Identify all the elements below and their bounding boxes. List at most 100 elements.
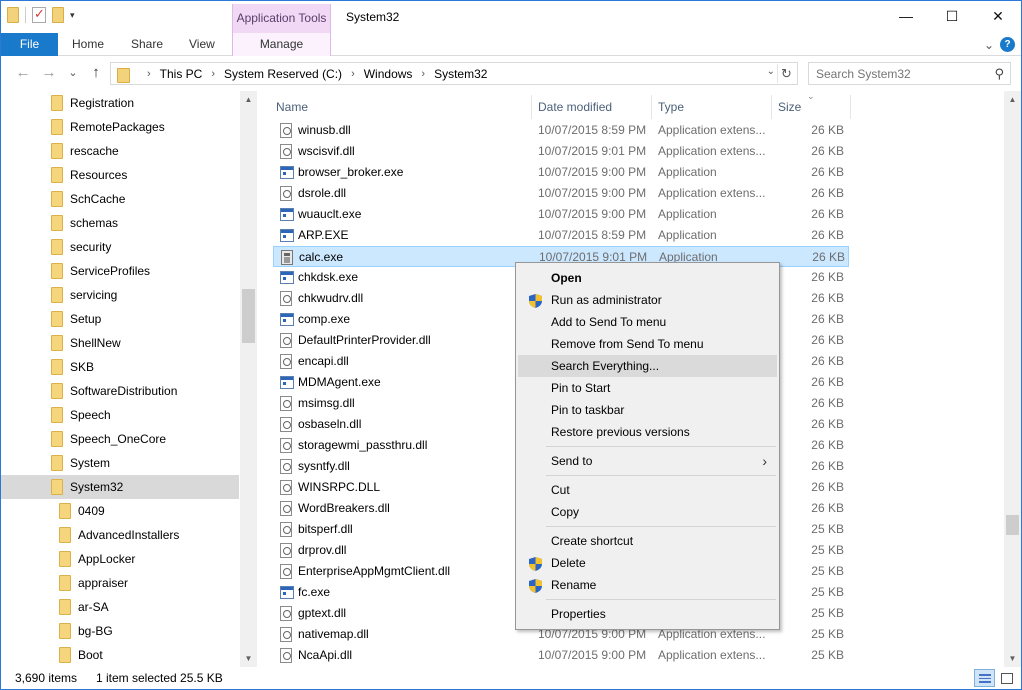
column-header-date-modified[interactable]: Date modified <box>538 95 612 119</box>
breadcrumb-system-reserved[interactable]: System Reserved (C:) <box>224 67 342 81</box>
file-row[interactable]: NcaApi.dll 10/07/2015 9:00 PM Application … <box>273 645 849 666</box>
menu-item-cut[interactable]: Cut <box>518 479 777 501</box>
address-bar[interactable]: › This PC › System Reserved (C:) › Windo… <box>110 62 798 85</box>
tree-item-registration[interactable]: Registration <box>1 91 239 115</box>
menu-item-add-to-send-to-menu[interactable]: Add to Send To menu <box>518 311 777 333</box>
tree-item-0409[interactable]: 0409 <box>1 499 239 523</box>
back-arrow-icon[interactable]: ← <box>13 63 33 83</box>
tree-item-system32[interactable]: System32 <box>1 475 239 499</box>
tree-item-label: Resources <box>70 168 128 182</box>
tree-item-appraiser[interactable]: appraiser <box>1 571 239 595</box>
menu-item-pin-to-taskbar[interactable]: Pin to taskbar <box>518 399 777 421</box>
file-row[interactable]: dsrole.dll 10/07/2015 9:00 PM Application … <box>273 183 849 204</box>
tree-item-rescache[interactable]: rescache <box>1 139 239 163</box>
tree-item-remotepackages[interactable]: RemotePackages <box>1 115 239 139</box>
menu-item-run-as-administrator[interactable]: Run as administrator <box>518 289 777 311</box>
search-icon[interactable]: ⚲ <box>994 66 1004 82</box>
menu-item-rename[interactable]: Rename <box>518 574 777 596</box>
large-icons-view-button[interactable] <box>996 669 1017 687</box>
tab-share[interactable]: Share <box>131 33 163 56</box>
menu-item-remove-from-send-to-menu[interactable]: Remove from Send To menu <box>518 333 777 355</box>
tree-item-security[interactable]: security <box>1 235 239 259</box>
tree-item-schemas[interactable]: schemas <box>1 211 239 235</box>
tree-item-softwaredistribution[interactable]: SoftwareDistribution <box>1 379 239 403</box>
tree-item-applocker[interactable]: AppLocker <box>1 547 239 571</box>
tree-item-schcache[interactable]: SchCache <box>1 187 239 211</box>
menu-item-delete[interactable]: Delete <box>518 552 777 574</box>
new-folder-icon[interactable] <box>52 7 64 23</box>
address-dropdown-chevron-icon[interactable]: ⌄ <box>767 66 775 77</box>
up-arrow-icon[interactable]: ↑ <box>86 63 106 83</box>
menu-item-copy[interactable]: Copy <box>518 501 777 523</box>
menu-item-send-to[interactable]: Send to › <box>518 450 777 472</box>
breadcrumb-system32[interactable]: System32 <box>434 67 487 81</box>
file-name: dsrole.dll <box>298 186 347 200</box>
tree-item-ar-sa[interactable]: ar-SA <box>1 595 239 619</box>
tree-item-bg-bg[interactable]: bg-BG <box>1 619 239 643</box>
file-row[interactable]: winusb.dll 10/07/2015 8:59 PM Application … <box>273 120 849 141</box>
properties-icon[interactable] <box>32 6 46 23</box>
file-row[interactable]: wuauclt.exe 10/07/2015 9:00 PM Application… <box>273 204 849 225</box>
tree-item-boot[interactable]: Boot <box>1 643 239 667</box>
customize-toolbar-chevron-icon[interactable]: ▾ <box>70 10 75 21</box>
tree-item-setup[interactable]: Setup <box>1 307 239 331</box>
file-row[interactable]: ARP.EXE 10/07/2015 8:59 PM Application 26 K… <box>273 225 849 246</box>
help-icon[interactable]: ? <box>1000 37 1015 52</box>
menu-item-pin-to-start[interactable]: Pin to Start <box>518 377 777 399</box>
tree-item-system[interactable]: System <box>1 451 239 475</box>
column-divider[interactable] <box>651 95 652 119</box>
file-name: drprov.dll <box>298 543 347 557</box>
scroll-down-arrow-icon[interactable]: ▼ <box>1004 650 1021 667</box>
file-row[interactable]: browser_broker.exe 10/07/2015 9:00 PM Appl… <box>273 162 849 183</box>
breadcrumb-this-pc[interactable]: This PC <box>160 67 203 81</box>
tree-item-skb[interactable]: SKB <box>1 355 239 379</box>
refresh-icon[interactable]: ↻ <box>777 64 795 83</box>
close-button[interactable]: ✕ <box>975 1 1021 31</box>
menu-item-open[interactable]: Open <box>518 267 777 289</box>
details-view-button[interactable] <box>974 669 995 687</box>
tab-manage[interactable]: Manage <box>232 33 331 56</box>
tree-item-servicing[interactable]: servicing <box>1 283 239 307</box>
file-row[interactable]: wscisvif.dll 10/07/2015 9:01 PM Applicatio… <box>273 141 849 162</box>
forward-arrow-icon[interactable]: → <box>39 63 59 83</box>
menu-item-restore-previous-versions[interactable]: Restore previous versions <box>518 421 777 443</box>
tab-view[interactable]: View <box>189 33 215 56</box>
column-header-name[interactable]: Name <box>276 95 308 119</box>
scrollbar-thumb[interactable] <box>242 289 255 343</box>
menu-item-properties[interactable]: Properties <box>518 603 777 625</box>
breadcrumb-separator-icon[interactable]: › <box>147 68 151 80</box>
file-size: 26 KB <box>811 354 844 368</box>
tree-item-shellnew[interactable]: ShellNew <box>1 331 239 355</box>
column-header-size[interactable]: Size <box>778 95 801 119</box>
scrollbar-thumb[interactable] <box>1006 515 1019 535</box>
maximize-button[interactable]: ☐ <box>929 1 975 31</box>
scroll-down-arrow-icon[interactable]: ▼ <box>240 650 257 667</box>
breadcrumb-separator-icon[interactable]: › <box>421 68 425 80</box>
tree-item-serviceprofiles[interactable]: ServiceProfiles <box>1 259 239 283</box>
tab-home[interactable]: Home <box>72 33 104 56</box>
search-input[interactable] <box>809 63 984 84</box>
breadcrumb-separator-icon[interactable]: › <box>211 68 215 80</box>
menu-item-search-everything[interactable]: Search Everything... <box>518 355 777 377</box>
menu-item-label: Delete <box>551 556 586 570</box>
expand-ribbon-chevron-icon[interactable]: ⌄ <box>984 38 994 52</box>
tab-file[interactable]: File <box>1 33 58 56</box>
tree-item-speech[interactable]: Speech <box>1 403 239 427</box>
menu-item-create-shortcut[interactable]: Create shortcut <box>518 530 777 552</box>
tree-item-resources[interactable]: Resources <box>1 163 239 187</box>
minimize-button[interactable]: — <box>883 1 929 31</box>
scroll-up-arrow-icon[interactable]: ▲ <box>1004 91 1021 108</box>
tree-item-speech-onecore[interactable]: Speech_OneCore <box>1 427 239 451</box>
scroll-up-arrow-icon[interactable]: ▲ <box>240 91 257 108</box>
column-divider[interactable] <box>771 95 772 119</box>
file-list-scrollbar[interactable]: ▲ ▼ <box>1004 91 1021 667</box>
folder-icon[interactable] <box>7 7 19 23</box>
column-divider[interactable] <box>531 95 532 119</box>
breadcrumb-separator-icon[interactable]: › <box>351 68 355 80</box>
breadcrumb-windows[interactable]: Windows <box>364 67 413 81</box>
column-header-type[interactable]: Type <box>658 95 684 119</box>
recent-locations-chevron-icon[interactable]: ⌄ <box>63 63 83 83</box>
tree-item-advancedinstallers[interactable]: AdvancedInstallers <box>1 523 239 547</box>
column-divider[interactable] <box>850 95 851 119</box>
navigation-pane-scrollbar[interactable]: ▲ ▼ <box>240 91 257 667</box>
